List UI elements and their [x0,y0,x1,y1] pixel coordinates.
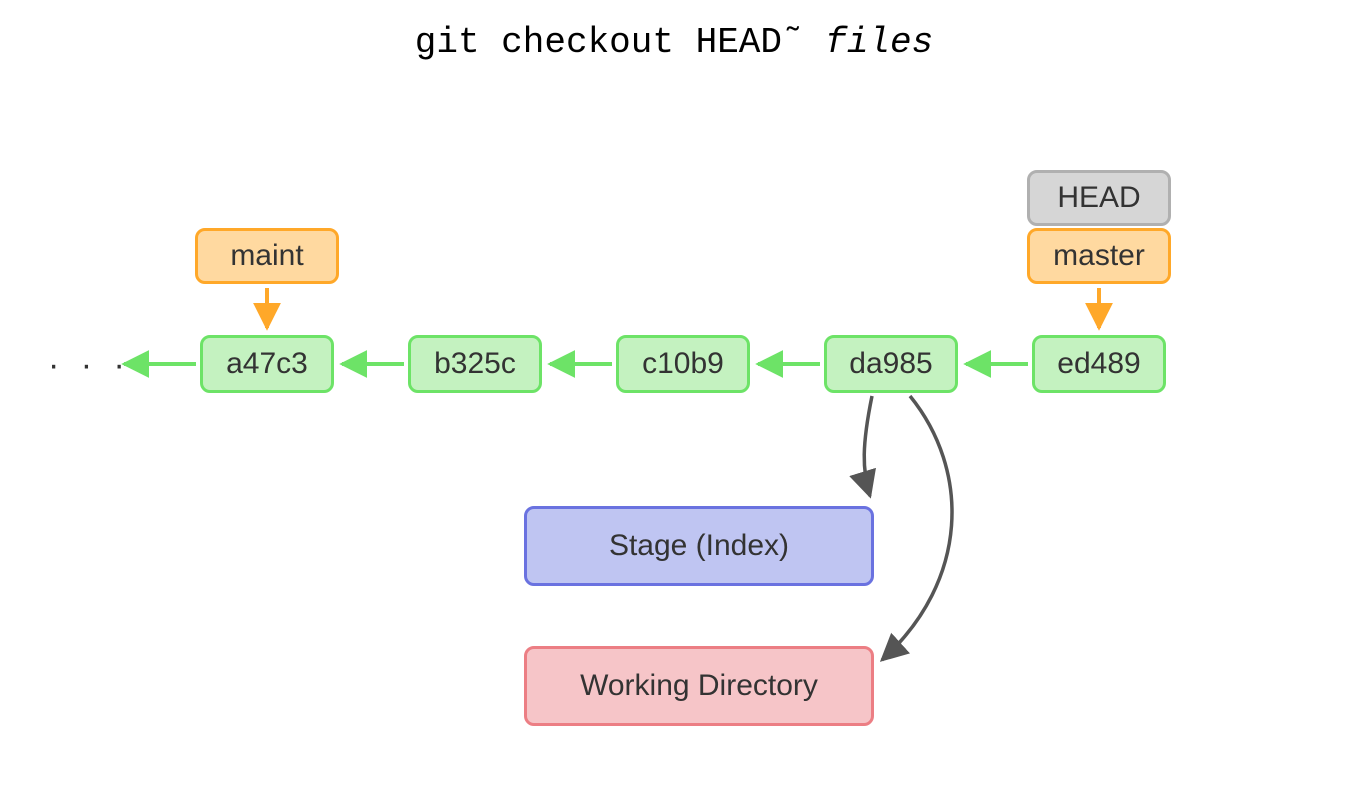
command-text: git checkout HEAD˜ [415,22,825,63]
commit-a47c3: a47c3 [200,335,334,393]
command-arg: files [825,22,933,63]
stage-index: Stage (Index) [524,506,874,586]
working-directory: Working Directory [524,646,874,726]
head-label: HEAD [1027,170,1171,226]
commit-b325c: b325c [408,335,542,393]
arrow-da985-to-stage [864,396,872,496]
command-title: git checkout HEAD˜ files [0,22,1348,63]
arrow-da985-to-workdir [882,396,952,660]
history-ellipsis: · · · [48,346,131,385]
branch-maint: maint [195,228,339,284]
commit-da985: da985 [824,335,958,393]
commit-c10b9: c10b9 [616,335,750,393]
branch-master: master [1027,228,1171,284]
commit-ed489: ed489 [1032,335,1166,393]
